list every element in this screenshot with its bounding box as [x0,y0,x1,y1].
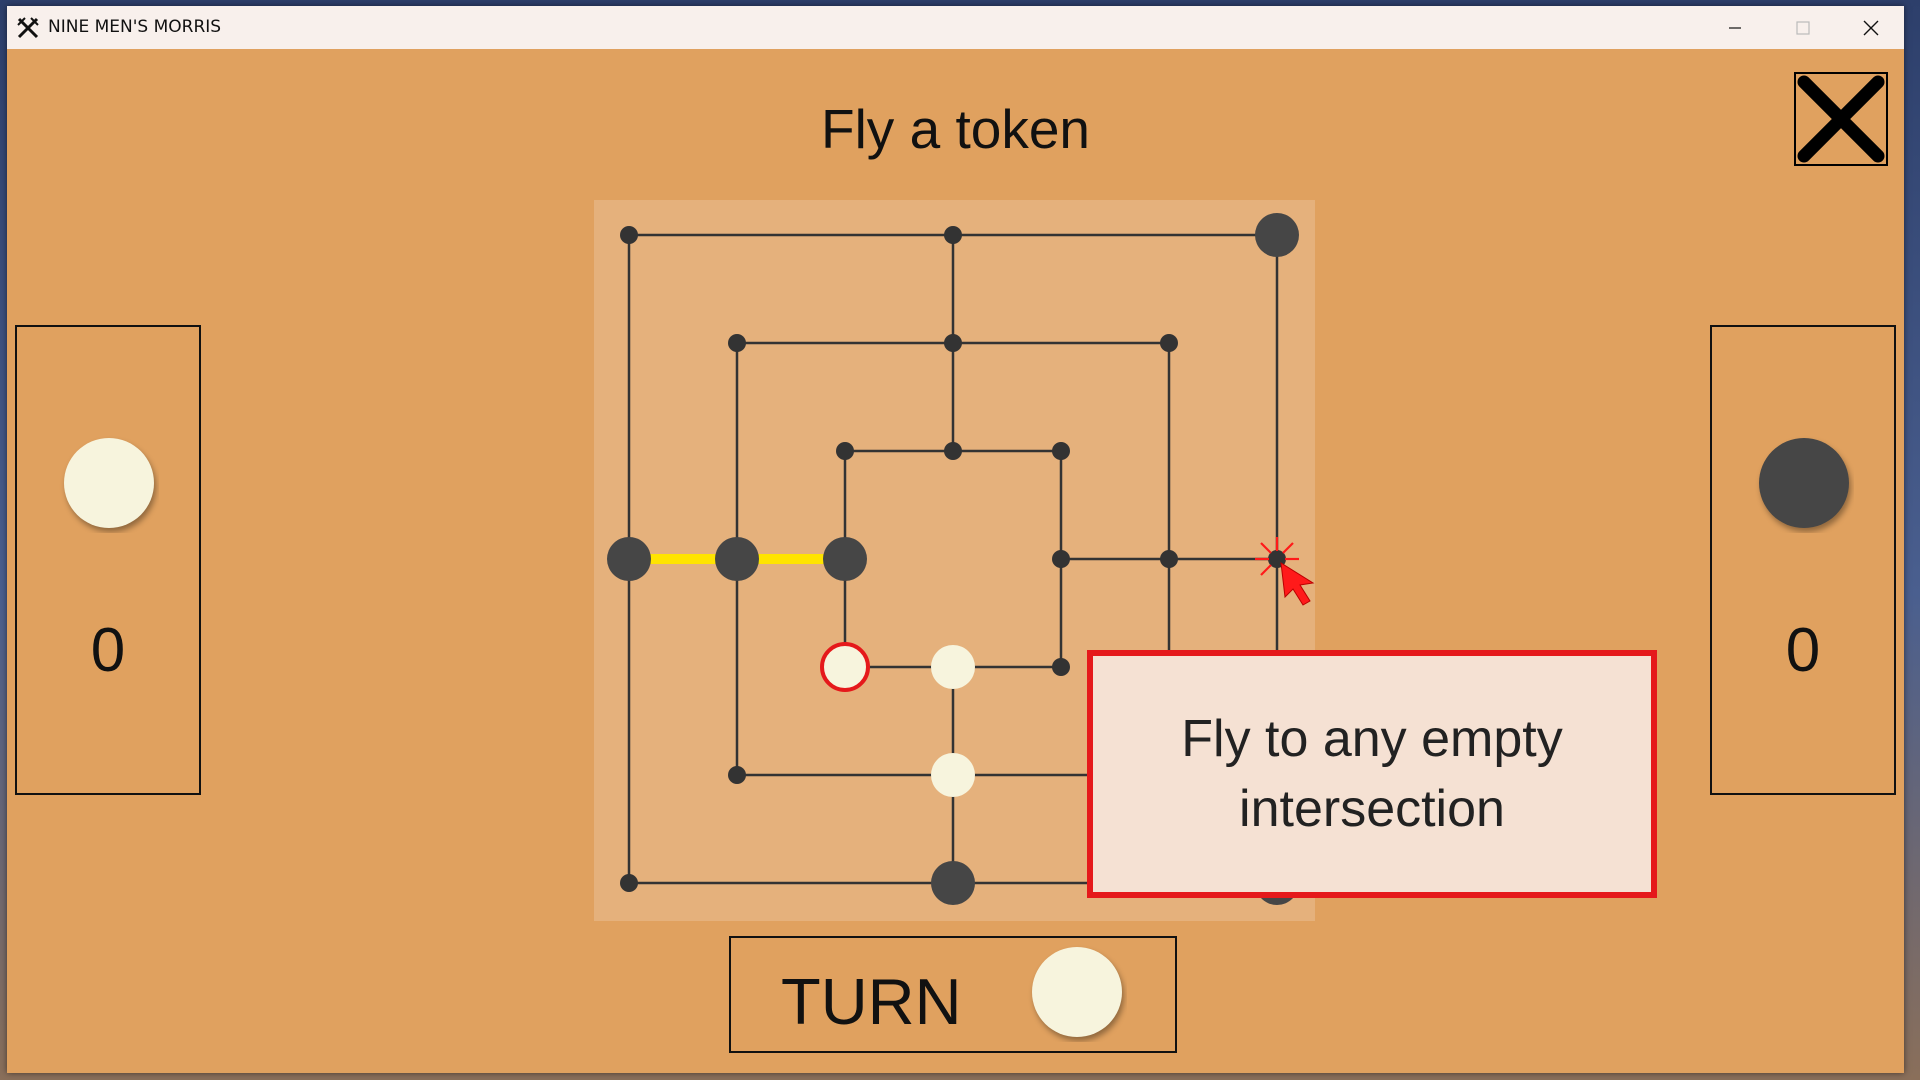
board-point[interactable] [620,226,638,244]
light-player-panel: 0 [15,325,201,795]
exit-game-button[interactable] [1794,72,1888,166]
instruction-heading: Fly a token [820,98,1090,160]
board-point[interactable] [620,874,638,892]
light-token[interactable] [931,645,975,689]
dark-token[interactable] [823,537,867,581]
maximize-button[interactable] [1769,6,1837,49]
current-turn-token [1032,947,1122,1037]
hint-tooltip-text: Fly to any empty intersection [1181,710,1563,838]
game-window: NINE MEN'S MORRIS Fly a token 0 0 Fly to… [7,6,1904,1073]
dark-token[interactable] [715,537,759,581]
exit-x-icon [1797,75,1885,163]
close-window-button[interactable] [1837,6,1904,49]
crossed-swords-icon [17,17,39,39]
dark-player-panel: 0 [1710,325,1896,795]
window-title: NINE MEN'S MORRIS [48,17,222,37]
light-token[interactable] [931,753,975,797]
dark-token[interactable] [1255,213,1299,257]
dark-token[interactable] [607,537,651,581]
dark-player-token [1759,438,1849,528]
selected-light-token[interactable] [820,642,870,692]
board-point[interactable] [728,766,746,784]
board-point[interactable] [1160,550,1178,568]
turn-label: TURN [781,965,962,1038]
light-player-token [64,438,154,528]
title-bar: NINE MEN'S MORRIS [7,6,1904,49]
dark-player-score: 0 [1785,616,1821,685]
minimize-button[interactable] [1701,6,1769,49]
dark-token[interactable] [931,861,975,905]
minimize-icon [1729,26,1741,29]
turn-indicator: TURN [729,936,1177,1053]
board-point[interactable] [1052,658,1070,676]
close-icon [1863,20,1879,35]
board-point[interactable] [944,334,962,352]
board-point[interactable] [1160,334,1178,352]
board-point[interactable] [1052,442,1070,460]
maximize-icon [1796,20,1810,35]
board-point[interactable] [1052,550,1070,568]
board-point[interactable] [728,334,746,352]
board-point[interactable] [836,442,854,460]
light-player-score: 0 [90,616,126,685]
board-point[interactable] [944,442,962,460]
board-point[interactable] [944,226,962,244]
hint-tooltip: Fly to any empty intersection [1087,650,1657,898]
